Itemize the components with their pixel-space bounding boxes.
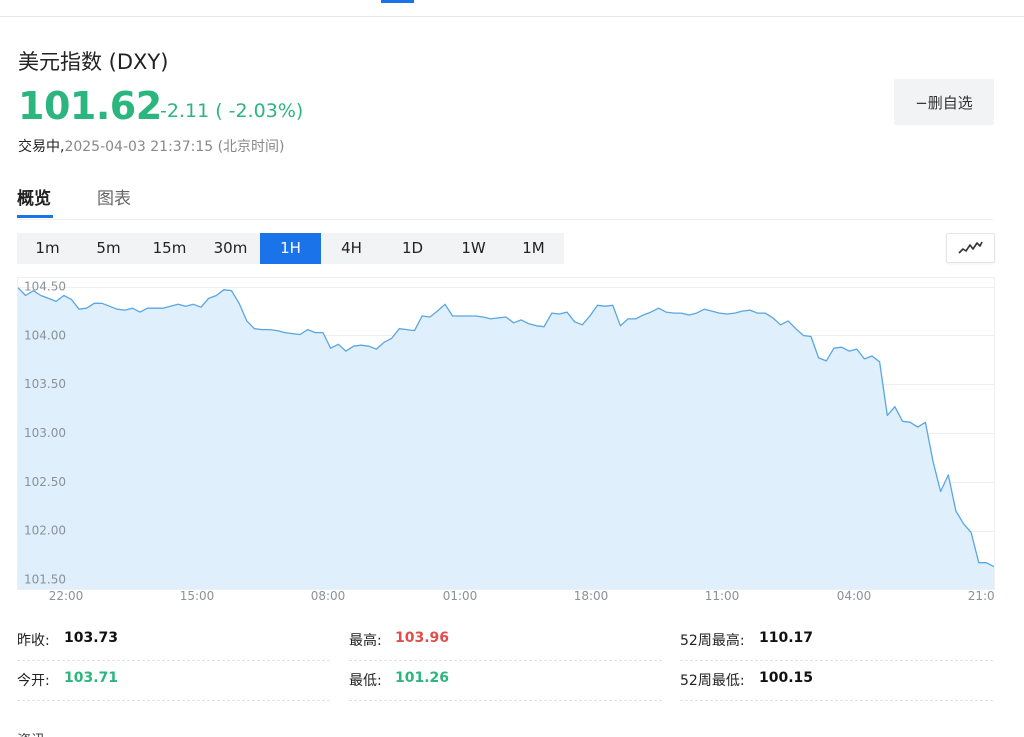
- period-selector: 1m 5m 15m 30m 1H 4H 1D 1W 1M: [17, 233, 564, 264]
- x-tick-label: 22:00: [49, 589, 84, 603]
- chart-type-button[interactable]: [946, 233, 995, 263]
- tab-overview[interactable]: 概览: [17, 184, 51, 209]
- price-chart[interactable]: 104.50 104.00 103.50 103.00 102.50 102.00 101.…: [17, 277, 995, 613]
- period-1d[interactable]: 1D: [382, 233, 443, 264]
- tab-chart[interactable]: 图表: [97, 184, 131, 209]
- trading-state-label: 交易中,: [18, 139, 65, 155]
- top-nav-active-indicator: [381, 0, 414, 3]
- period-1h[interactable]: 1H: [260, 233, 321, 264]
- period-1m[interactable]: 1m: [17, 233, 78, 264]
- y-tick-label: 101.50: [24, 572, 66, 586]
- tab-bar: 概览 图表: [17, 178, 993, 220]
- stat-value: 103.71: [64, 670, 119, 686]
- tab-active-underline: [17, 215, 53, 218]
- x-tick-label: 08:00: [311, 589, 346, 603]
- stat-value: 110.17: [759, 630, 814, 646]
- stat-high: 最高: 103.96: [349, 622, 662, 661]
- stat-value: 101.26: [395, 670, 450, 686]
- stat-value: 100.15: [759, 670, 814, 686]
- stat-label: 52周最低:: [680, 673, 745, 689]
- stat-label: 最高:: [349, 633, 382, 649]
- stat-prev-close: 昨收: 103.73: [17, 622, 330, 661]
- period-1w[interactable]: 1W: [443, 233, 504, 264]
- quote-timestamp: 2025-04-03 21:37:15 (北京时间): [64, 139, 285, 155]
- stat-52w-high: 52周最高: 110.17: [680, 622, 993, 661]
- trading-status: 交易中,2025-04-03 21:37:15 (北京时间): [18, 136, 285, 156]
- stat-label: 52周最高:: [680, 633, 745, 649]
- stat-52w-low: 52周最低: 100.15: [680, 662, 993, 701]
- stat-value: 103.96: [395, 630, 450, 646]
- period-1mo[interactable]: 1M: [503, 233, 564, 264]
- x-tick-label: 21:00: [968, 589, 995, 603]
- x-tick-label: 11:00: [705, 589, 740, 603]
- stat-label: 今开:: [17, 673, 50, 689]
- remove-watchlist-button[interactable]: −删自选: [894, 79, 994, 125]
- x-tick-label: 18:00: [574, 589, 609, 603]
- y-tick-label: 104.50: [24, 280, 66, 294]
- y-tick-label: 102.00: [24, 524, 66, 538]
- period-5m[interactable]: 5m: [78, 233, 139, 264]
- y-tick-label: 103.00: [24, 426, 66, 440]
- stat-label: 最低:: [349, 673, 382, 689]
- x-tick-label: 15:00: [180, 589, 215, 603]
- stat-low: 最低: 101.26: [349, 662, 662, 701]
- current-price: 101.62: [18, 84, 162, 128]
- news-section-heading: 资讯: [17, 730, 47, 737]
- x-tick-label: 01:00: [443, 589, 478, 603]
- y-tick-label: 103.50: [24, 377, 66, 391]
- period-30m[interactable]: 30m: [200, 233, 261, 264]
- stat-open: 今开: 103.71: [17, 662, 330, 701]
- period-15m[interactable]: 15m: [139, 233, 200, 264]
- stat-value: 103.73: [64, 630, 119, 646]
- index-title: 美元指数 (DXY): [18, 50, 169, 74]
- period-4h[interactable]: 4H: [321, 233, 382, 264]
- stat-label: 昨收:: [17, 633, 50, 649]
- line-chart-icon: [958, 241, 983, 254]
- price-change: -2.11 ( -2.03%): [160, 100, 304, 122]
- y-tick-label: 102.50: [24, 475, 66, 489]
- y-tick-label: 104.00: [24, 329, 66, 343]
- x-tick-label: 04:00: [837, 589, 872, 603]
- top-nav-bar: [0, 0, 1024, 17]
